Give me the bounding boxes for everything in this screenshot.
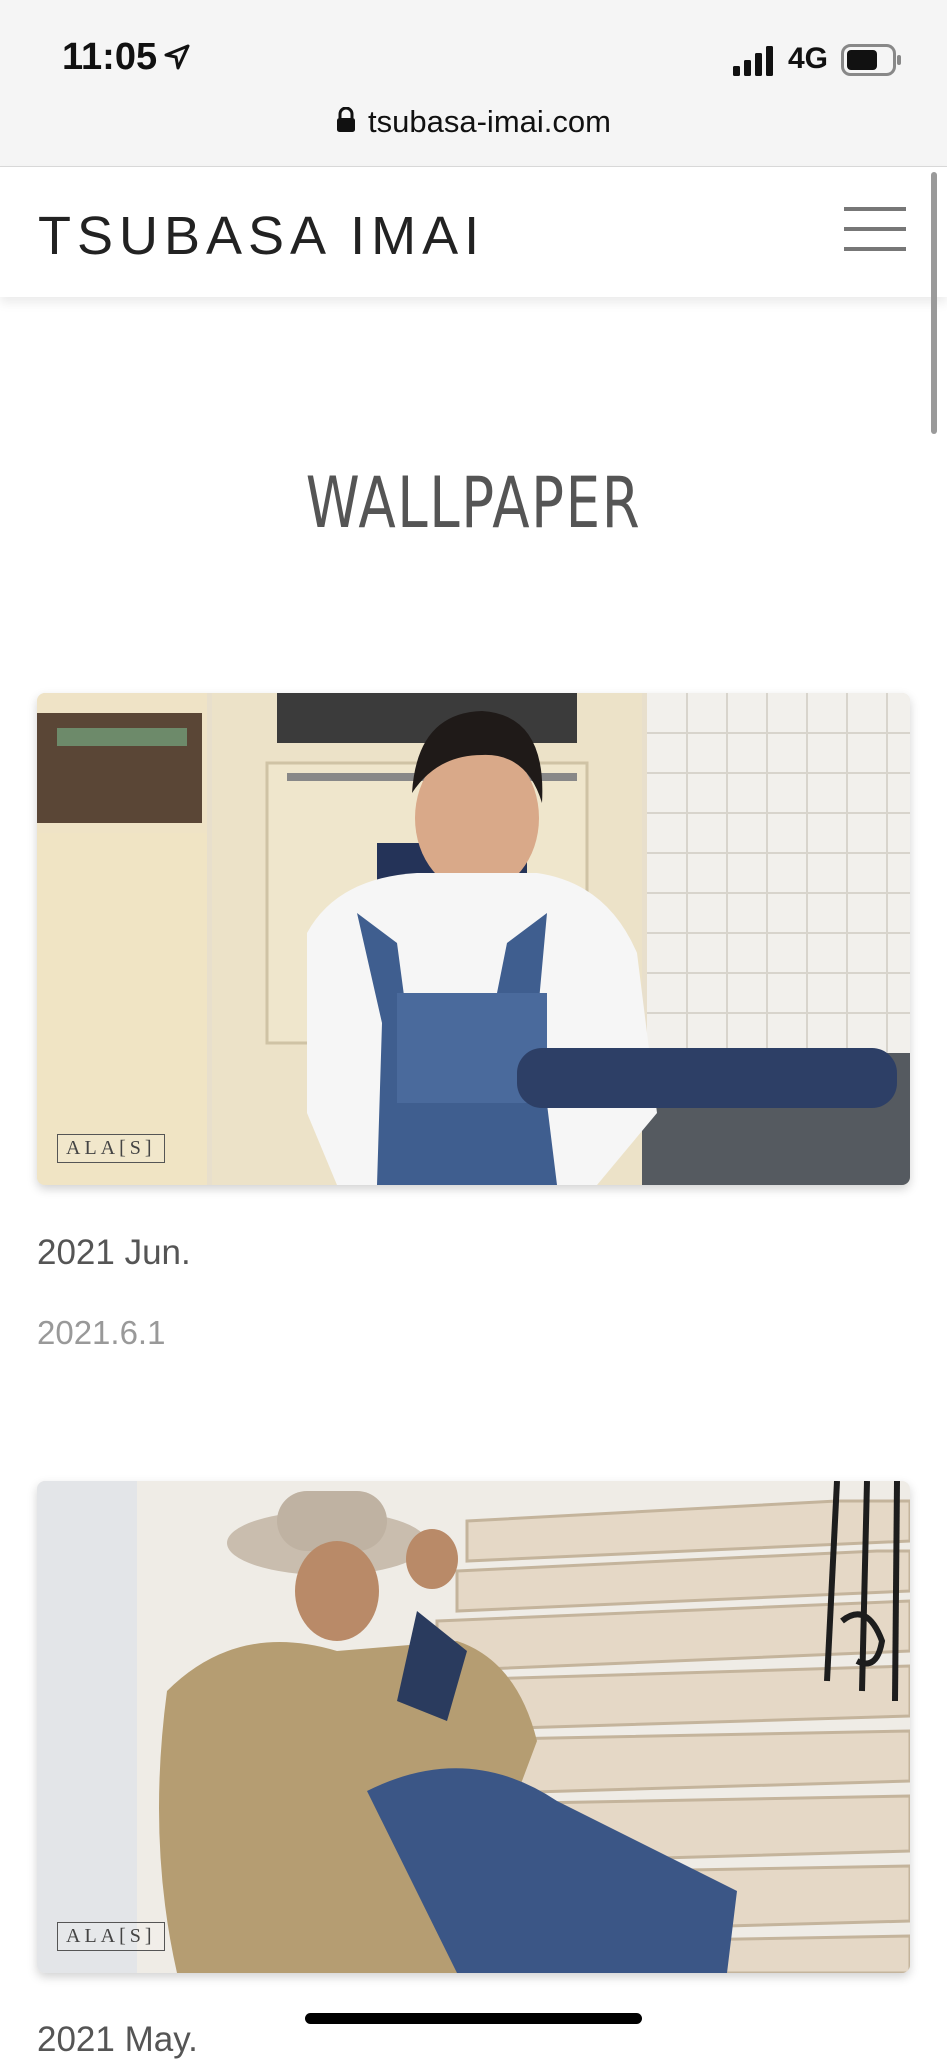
- watermark-logo: ALA[S]: [57, 1922, 165, 1951]
- hamburger-menu-icon[interactable]: [838, 203, 910, 255]
- watermark-logo: ALA[S]: [57, 1134, 165, 1163]
- site-header: TSUBASA IMAI: [0, 167, 947, 297]
- signal-bars-icon: [733, 46, 777, 81]
- network-type: 4G: [788, 42, 829, 75]
- status-time: 11:05: [62, 36, 158, 78]
- lock-icon: [336, 106, 356, 138]
- location-arrow-icon: [164, 44, 190, 75]
- status-bar: 11:05 4G tsubasa-imai.com: [0, 0, 947, 167]
- wallpaper-title[interactable]: 2021 May.: [37, 2020, 198, 2060]
- wallpaper-image-1[interactable]: ALA[S]: [37, 693, 910, 1185]
- wallpaper-title[interactable]: 2021 Jun.: [37, 1233, 191, 1273]
- wallpaper-date: 2021.6.1: [37, 1314, 166, 1351]
- url-text: tsubasa-imai.com: [368, 104, 611, 139]
- scrollbar-thumb[interactable]: [931, 172, 937, 434]
- page-title: WALLPAPER: [305, 462, 642, 544]
- battery-icon: [841, 44, 903, 81]
- wallpaper-image-2[interactable]: ALA[S]: [37, 1481, 910, 1973]
- site-logo[interactable]: TSUBASA IMAI: [38, 205, 485, 267]
- home-indicator[interactable]: [305, 2013, 642, 2024]
- address-bar[interactable]: tsubasa-imai.com: [0, 100, 947, 144]
